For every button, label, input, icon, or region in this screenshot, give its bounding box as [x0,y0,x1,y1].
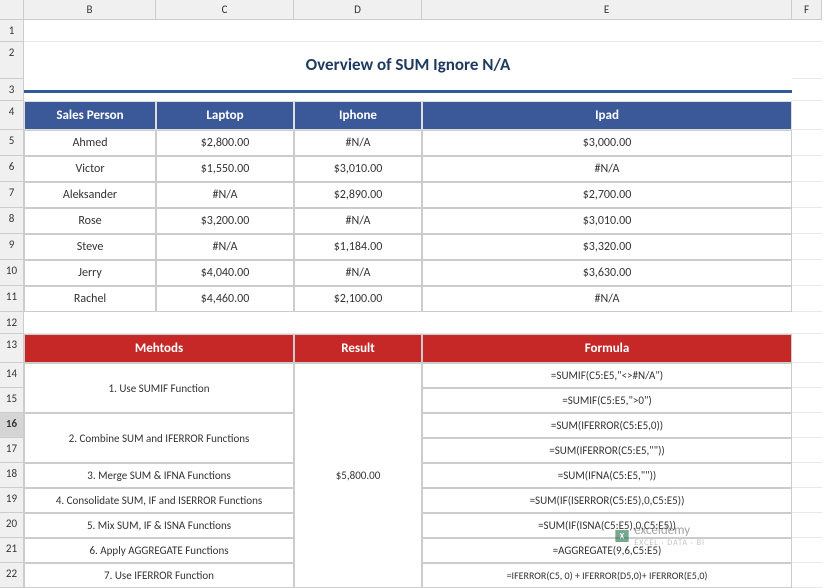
row-header-8[interactable]: 8 [0,208,24,234]
formula-cell[interactable]: =SUM(IFERROR(C5:E5,"")) [422,438,792,463]
row-header-19[interactable]: 19 [0,488,24,513]
row-header-9[interactable]: 9 [0,234,24,260]
row-header-6[interactable]: 6 [0,156,24,182]
formula-cell[interactable]: =IFERROR(C5, 0) + IFERROR(D5,0)+ IFERROR… [422,563,792,588]
row-header-4[interactable]: 4 [0,101,24,130]
th-formula[interactable]: Formula [422,334,792,363]
th-iphone[interactable]: Iphone [294,101,422,130]
table-cell[interactable]: $1,184.00 [294,234,422,260]
result-cell[interactable]: $5,800.00 [294,363,422,588]
row-header-20[interactable]: 20 [0,513,24,538]
table-cell[interactable]: $3,630.00 [422,260,792,286]
page-title-wrap: Overview of SUM Ignore N/A [24,42,792,79]
table-cell[interactable]: Rachel [24,286,156,312]
row-header-3[interactable]: 3 [0,79,24,101]
table-cell[interactable]: Steve [24,234,156,260]
col-header-E[interactable]: E [422,0,792,20]
method-cell[interactable]: 4. Consolidate SUM, IF and ISERROR Funct… [24,488,294,513]
table-cell[interactable]: $3,010.00 [294,156,422,182]
row-header-2[interactable]: 2 [0,42,24,79]
formula-cell[interactable]: =SUM(IF(ISNA(C5:E5),0,C5:E5)) [422,513,792,538]
method-cell[interactable]: 7. Use IFERROR Function [24,563,294,588]
row-header-17[interactable]: 17 [0,438,24,463]
table-cell[interactable]: $3,000.00 [422,130,792,156]
table-cell[interactable]: Ahmed [24,130,156,156]
table-cell[interactable]: #N/A [422,156,792,182]
row-header-12[interactable]: 12 [0,312,24,334]
th-salesperson[interactable]: Sales Person [24,101,156,130]
th-laptop[interactable]: Laptop [156,101,294,130]
table-cell[interactable]: #N/A [156,182,294,208]
row-header-5[interactable]: 5 [0,130,24,156]
th-methods[interactable]: Mehtods [24,334,294,363]
table-cell[interactable]: $1,550.00 [156,156,294,182]
table-cell[interactable]: $3,200.00 [156,208,294,234]
table-cell[interactable]: Rose [24,208,156,234]
method-cell[interactable]: 3. Merge SUM & IFNA Functions [24,463,294,488]
row-header-15[interactable]: 15 [0,388,24,413]
row-header-16[interactable]: 16 [0,413,24,438]
row-header-10[interactable]: 10 [0,260,24,286]
row-header-22[interactable]: 22 [0,563,24,588]
table-cell[interactable]: $4,040.00 [156,260,294,286]
table-cell[interactable]: Jerry [24,260,156,286]
table-cell[interactable]: Victor [24,156,156,182]
th-ipad[interactable]: Ipad [422,101,792,130]
table-cell[interactable]: $3,320.00 [422,234,792,260]
formula-cell[interactable]: =SUMIF(C5:E5,">0") [422,388,792,413]
row-header-11[interactable]: 11 [0,286,24,312]
row-header-1[interactable]: 1 [0,20,24,42]
table-cell[interactable]: Aleksander [24,182,156,208]
col-header-C[interactable]: C [156,0,294,20]
select-all-corner[interactable] [0,0,24,20]
table-cell[interactable]: $2,700.00 [422,182,792,208]
table-cell[interactable]: $4,460.00 [156,286,294,312]
method-cell[interactable]: 5. Mix SUM, IF & ISNA Functions [24,513,294,538]
page-title: Overview of SUM Ignore N/A [306,54,511,75]
table-cell[interactable]: $2,890.00 [294,182,422,208]
th-result[interactable]: Result [294,334,422,363]
table-cell[interactable]: $2,800.00 [156,130,294,156]
table-cell[interactable]: $3,010.00 [422,208,792,234]
table-cell[interactable]: #N/A [294,208,422,234]
spreadsheet-grid: B C D E F 1 2 Overview of SUM Ignore N/A… [0,0,825,588]
formula-cell[interactable]: =SUM(IFERROR(C5:E5,0)) [422,413,792,438]
col-header-B[interactable]: B [24,0,156,20]
row-header-18[interactable]: 18 [0,463,24,488]
table-cell[interactable]: #N/A [156,234,294,260]
title-underline [24,79,792,93]
formula-cell[interactable]: =SUMIF(C5:E5,"<>#N/A") [422,363,792,388]
row-header-13[interactable]: 13 [0,334,24,363]
table-cell[interactable]: #N/A [294,260,422,286]
table-cell[interactable]: #N/A [294,130,422,156]
table-cell[interactable]: #N/A [422,286,792,312]
formula-cell[interactable]: =SUM(IF(ISERROR(C5:E5),0,C5:E5)) [422,488,792,513]
method-cell[interactable]: 2. Combine SUM and IFERROR Functions [24,413,294,463]
method-cell[interactable]: 1. Use SUMIF Function [24,363,294,413]
col-header-D[interactable]: D [294,0,422,20]
col-header-F[interactable]: F [792,0,822,20]
row-header-7[interactable]: 7 [0,182,24,208]
formula-cell[interactable]: =SUM(IFNA(C5:E5,"")) [422,463,792,488]
row-header-14[interactable]: 14 [0,363,24,388]
table-cell[interactable]: $2,100.00 [294,286,422,312]
